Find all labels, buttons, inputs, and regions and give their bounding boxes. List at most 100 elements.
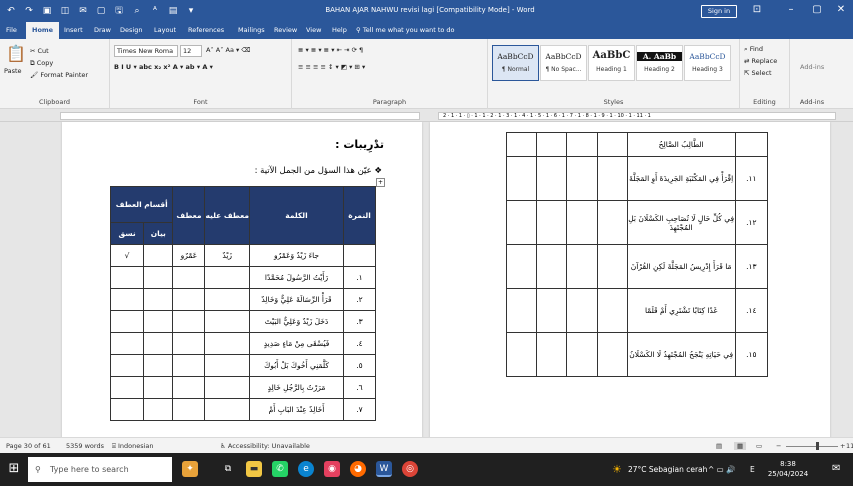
table-row[interactable]: قَرَأْ الرِّسَالَةَ عَلِيٌّ وَخَالِدٌ .٢ [109,288,376,311]
file-explorer-icon[interactable]: ▬ [246,461,262,477]
widget-icon[interactable]: ✦ [182,461,198,477]
table-row[interactable]: دَخَلَ زَيْدٌ وَعَلِيٌّ البَيْتَ .٣ [109,310,376,333]
paste-icon[interactable]: 📋 [6,45,26,63]
keyboard-layout[interactable]: E [750,465,755,474]
app-icon[interactable]: ◉ [324,461,340,477]
left-page[interactable]: تدْرِيبات : ❖ عيّن هذا السؤل من الجمل ال… [62,122,422,437]
taskbar-search-box[interactable]: ⚲ Type here to search [28,457,172,482]
print-layout-icon[interactable]: ▦ [734,442,747,450]
maximize-button[interactable]: ▢ [810,4,824,16]
replace-icon: ⇄ [744,57,752,65]
sign-in-button[interactable]: Sign in [701,5,737,18]
task-view-icon[interactable]: ⧉ [220,461,236,477]
tab-home[interactable]: Home [26,22,60,39]
table-row[interactable]: مَرَرْتُ بِالرَّجُلِ خَالِدٍ .٦ [109,376,376,399]
example-nasaq: √ [109,244,145,267]
zoom-slider[interactable] [786,446,838,447]
tab-review[interactable]: Review [274,26,297,35]
tell-me-search[interactable]: ⚲ Tell me what you want to do [356,26,455,35]
table-move-handle-icon[interactable]: + [376,178,385,187]
accessibility-status[interactable]: ♿ Accessibility: Unavailable [220,442,310,450]
table-row[interactable]: كَلَّمَنِي أَخُوكَ بَلْ أَبُوكَ .٥ [109,354,376,377]
table-row[interactable]: √ عَمْرٌو زَيْدٌ جاءَ زَيْدٌ وَعَمْرٌو [109,244,376,267]
table-row[interactable]: اِقْرَأْ فِي المَكْتَبَةِ الجَرِيدَةَ أَ… [505,156,769,201]
tab-file[interactable]: File [6,26,17,35]
clock[interactable]: 8:38 25/04/2024 [764,459,812,479]
notifications-icon[interactable]: ✉ [832,463,840,474]
redo-icon[interactable]: ↷ [24,5,34,17]
page-count[interactable]: Page 30 of 61 [6,442,51,450]
tab-layout[interactable]: Layout [154,26,176,35]
font-tools-row1[interactable]: A˄ A˅ Aa ▾ ⌫ [206,46,251,55]
style-heading-2[interactable]: A. AaBb Heading 2 [636,45,683,81]
font-tools-row2[interactable]: B I U ▾ abc x₂ x² A ▾ ab ▾ A ▾ [114,63,213,72]
style-normal[interactable]: AaBbCcD ¶ Normal [492,45,539,81]
paragraph-tools-row2[interactable]: ≡ ≡ ≡ ≡ ↕ ▾ ◩ ▾ ⊞ ▾ [298,63,365,72]
table-row[interactable]: فِي حَيَاتِهِ يَنْجَحُ المُجْتَهِدُ لَا … [505,332,769,377]
weather-icon[interactable]: ☀ [612,463,622,476]
start-button-icon[interactable]: ⊞ [6,461,22,477]
format-painter-button[interactable]: 🖌 Format Painter [30,71,88,80]
tab-design[interactable]: Design [120,26,142,35]
web-layout-icon[interactable]: ▭ [756,442,762,450]
minimize-button[interactable]: – [784,4,798,16]
word-taskbar-icon[interactable]: W [376,461,392,477]
cut-button[interactable]: ✂ Cut [30,47,49,56]
zoom-out-button[interactable]: − [776,442,781,450]
chrome-icon[interactable]: ◎ [402,461,418,477]
paragraph-tools-row1[interactable]: ≣ ▾ ≣ ▾ ≣ ▾ ⇤ ⇥ ⟳ ¶ [298,46,363,55]
find-button[interactable]: ⌕ Find [744,45,763,54]
firefox-icon[interactable]: ◕ [350,461,366,477]
replace-button[interactable]: ⇄ Replace [744,57,777,66]
select-button[interactable]: ⇱ Select [744,69,772,78]
mail-icon[interactable]: ✉ [78,5,88,17]
horizontal-ruler[interactable]: 2 · 1 · 1 · ▯ · 1 · 1 · 2 · 1 · 3 · 1 · … [0,110,853,122]
ribbon-display-icon[interactable]: ⊡ [750,4,764,16]
new-document-icon[interactable]: ▢ [96,5,106,17]
table-row[interactable]: فَيُسْقَى مِنْ مَاءٍ صَدِيدٍ .٤ [109,332,376,355]
layout-icon[interactable]: ◫ [60,5,70,17]
language-status[interactable]: ⌸ Indonesian [112,442,154,451]
row-number: .٧ [343,398,376,421]
table-row[interactable]: مَا قَرَأَ إِدْرِيسُ المَجَلَّةَ لَكِنِ … [505,244,769,289]
addins-button[interactable]: Add-ins [800,63,824,72]
spelling-icon[interactable]: ᴬ [150,5,160,17]
print-preview-icon[interactable]: ⌕ [132,5,142,17]
table-row[interactable]: فِي كُلِّ حَالٍ لَا تُصَاحِبِ الكَسْلَان… [505,200,769,245]
zoom-in-button[interactable]: + [840,442,845,450]
row-sentence: رَأَيْتُ الرَّسُولَ مُحَمَّدًا [249,266,344,289]
weather-status[interactable]: 27°C Sebagian cerah [628,465,707,474]
style-heading-1[interactable]: AaBbC Heading 1 [588,45,635,81]
tab-mailings[interactable]: Mailings [238,26,265,35]
paste-button[interactable]: Paste [4,67,22,76]
word-count[interactable]: 5359 words [66,442,104,450]
system-tray-icons[interactable]: ^ ▭ 🔊 [708,465,735,474]
style-heading-3[interactable]: AaBbCcD Heading 3 [684,45,731,81]
tab-draw[interactable]: Draw [94,26,111,35]
font-size-select[interactable]: 12 [180,45,202,57]
cursor-icon: ⇱ [744,69,752,77]
read-mode-icon[interactable]: ▤ [716,442,722,450]
table-row[interactable]: أَخَالِدٌ عِنْدَ البَابِ أَمْ .٧ [109,398,376,421]
table-row[interactable]: غَدًا كِتَابًا تَشْتَرِي أَمْ قَلَمًا .١٤ [505,288,769,333]
tab-references[interactable]: References [188,26,224,35]
zoom-slider-thumb[interactable] [816,442,819,450]
table-icon[interactable]: ▤ [168,5,178,17]
copy-button[interactable]: ⧉ Copy [30,59,53,68]
style-no-spacing[interactable]: AaBbCcD ¶ No Spac... [540,45,587,81]
undo-icon[interactable]: ↶ [6,5,16,17]
save-icon[interactable]: 🖫 [114,5,124,17]
edge-browser-icon[interactable]: e [298,461,314,477]
customize-dropdown-icon[interactable]: ▾ [186,5,196,17]
tab-insert[interactable]: Insert [64,26,83,35]
right-page[interactable]: الطَّالِبُ الصَّالِحُ اِقْرَأْ فِي المَك… [430,122,830,437]
tab-view[interactable]: View [306,26,321,35]
zoom-level[interactable]: 110 [846,442,853,450]
whatsapp-icon[interactable]: ✆ [272,461,288,477]
table-row[interactable]: رَأَيْتُ الرَّسُولَ مُحَمَّدًا .١ [109,266,376,289]
tab-help[interactable]: Help [332,26,347,35]
table-row[interactable]: الطَّالِبُ الصَّالِحُ [505,132,769,157]
close-button[interactable]: ✕ [834,4,848,16]
view-icon[interactable]: ▣ [42,5,52,17]
font-name-select[interactable]: Times New Roma [114,45,178,57]
